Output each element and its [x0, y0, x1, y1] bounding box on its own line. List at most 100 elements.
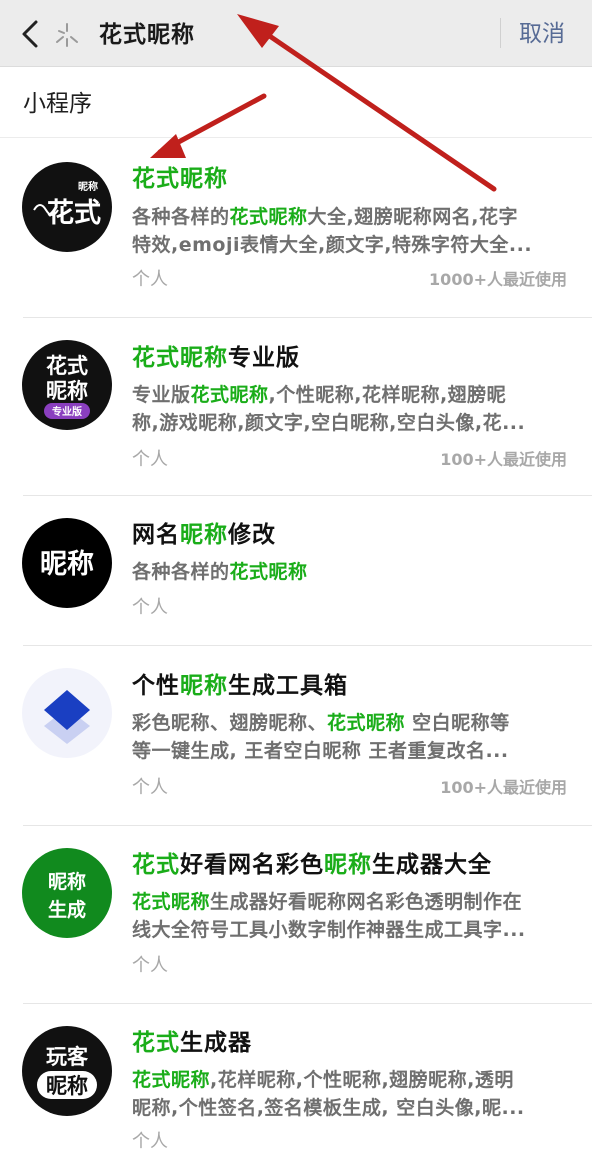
description-line: 特效,emoji表情大全,颜文字,特殊字符大全...	[132, 231, 568, 259]
svg-text:昵称: 昵称	[46, 379, 88, 403]
account-type: 个人	[132, 269, 168, 290]
text-segment: 等一键生成, 王者空白昵称 王者重复改名...	[132, 740, 509, 762]
sparkle-icon	[56, 23, 78, 47]
nicheng-shengcheng-logo-icon: 昵称生成	[22, 848, 112, 938]
highlight-text: 花式昵称	[327, 712, 406, 734]
highlight-text: 花式昵称	[132, 891, 211, 913]
highlight-text: 昵称	[180, 673, 228, 699]
svg-text:昵称: 昵称	[48, 870, 86, 893]
highlight-text: 花式昵称	[190, 384, 269, 406]
description-line: 线大全符号工具小数字制作神器生成工具字...	[132, 916, 568, 944]
text-segment: 线大全符号工具小数字制作神器生成工具字...	[132, 919, 526, 941]
nicheng-logo-icon: 昵称	[22, 518, 112, 608]
svg-text:昵称: 昵称	[46, 1074, 88, 1098]
text-segment: 空白昵称等	[405, 712, 510, 734]
text-segment: 修改	[228, 522, 276, 548]
result-description: 专业版花式昵称,个性昵称,花样昵称,翅膀昵称,游戏昵称,颜文字,空白昵称,空白头…	[132, 381, 568, 437]
svg-text:玩客: 玩客	[46, 1045, 89, 1069]
account-type: 个人	[132, 1131, 168, 1152]
search-divider	[500, 18, 501, 48]
highlight-text: 花式昵称	[229, 561, 308, 583]
text-segment: 大全,翅膀昵称网名,花字	[307, 206, 518, 228]
account-type: 个人	[132, 597, 168, 618]
result-item[interactable]: 昵称 网名昵称修改 各种各样的花式昵称 个人	[0, 496, 592, 646]
usage-count: 100+人最近使用	[440, 450, 567, 469]
description-line: 各种各样的花式昵称	[132, 558, 568, 586]
result-title: 个性昵称生成工具箱	[132, 670, 348, 702]
result-title: 网名昵称修改	[132, 519, 276, 551]
text-segment: 专业版	[132, 384, 191, 406]
result-icon: 花式 昵称	[22, 162, 112, 252]
text-segment: 生成器大全	[372, 852, 492, 878]
result-item[interactable]: 个性昵称生成工具箱彩色昵称、翅膀昵称、花式昵称 空白昵称等等一键生成, 王者空白…	[0, 646, 592, 826]
text-segment: 网名	[132, 522, 180, 548]
result-item[interactable]: 玩客 昵称 花式生成器 花式昵称,花样昵称,个性昵称,翅膀昵称,透明 昵称,个性签名,签…	[0, 1004, 592, 1174]
result-icon: 昵称	[22, 518, 112, 608]
svg-text:生成: 生成	[48, 898, 86, 921]
svg-text:花式: 花式	[46, 354, 88, 378]
description-line: 各种各样的花式昵称大全,翅膀昵称网名,花字	[132, 203, 568, 231]
huashi-pro-logo-icon: 花式昵称专业版	[22, 340, 112, 430]
text-segment: 好看网名彩色	[180, 852, 324, 878]
result-item[interactable]: 花式 昵称 花式昵称 各种各样的花式昵称大全,翅膀昵称网名,花字 特效,emoji表情大…	[0, 138, 592, 318]
huashi-logo-icon: 花式昵称	[22, 162, 112, 252]
text-segment: 各种各样的	[132, 206, 230, 228]
text-segment: 生成器好看昵称网名彩色透明制作在	[210, 891, 523, 913]
text-segment: 个性	[132, 673, 180, 699]
description-line: 彩色昵称、翅膀昵称、花式昵称 空白昵称等	[132, 709, 568, 737]
highlight-text: 花式昵称	[132, 345, 228, 371]
stacked-diamond-logo-icon	[22, 668, 112, 758]
search-bar: 花式昵称 取消	[0, 0, 592, 67]
description-line: 称,游戏昵称,颜文字,空白昵称,空白头像,花...	[132, 409, 568, 437]
account-type: 个人	[132, 777, 168, 798]
result-title: 花式昵称	[132, 163, 228, 195]
text-segment: 生成工具箱	[228, 673, 348, 699]
wanke-logo-icon: 玩客昵称	[22, 1026, 112, 1116]
result-item[interactable]: 昵称 生成 花式好看网名彩色昵称生成器大全 花式昵称生成器好看昵称网名彩色透明制作在线…	[0, 826, 592, 1004]
description-line: 昵称,个性签名,签名模板生成, 空白头像,昵...	[132, 1094, 568, 1122]
usage-count: 100+人最近使用	[440, 778, 567, 797]
cancel-button[interactable]: 取消	[519, 18, 565, 50]
usage-count: 1000+人最近使用	[429, 270, 567, 289]
result-icon: 玩客 昵称	[22, 1026, 112, 1116]
highlight-text: 花式昵称	[229, 206, 308, 228]
result-description: 各种各样的花式昵称大全,翅膀昵称网名,花字特效,emoji表情大全,颜文字,特殊…	[132, 203, 568, 259]
highlight-text: 昵称	[180, 522, 228, 548]
section-title: 小程序	[23, 91, 92, 117]
highlight-text: 花式	[132, 1030, 180, 1056]
text-segment: 昵称,个性签名,签名模板生成, 空白头像,昵...	[132, 1097, 525, 1119]
svg-text:专业版: 专业版	[52, 405, 82, 418]
text-segment: 彩色昵称、翅膀昵称、	[132, 712, 328, 734]
back-arrow-icon[interactable]	[16, 18, 46, 50]
highlight-text: 昵称	[324, 852, 372, 878]
highlight-text: 花式昵称	[132, 1069, 211, 1091]
result-description: 花式昵称生成器好看昵称网名彩色透明制作在线大全符号工具小数字制作神器生成工具字.…	[132, 888, 568, 944]
result-description: 各种各样的花式昵称	[132, 558, 568, 586]
result-icon: 花式 昵称 专业版	[22, 340, 112, 430]
highlight-text: 花式	[132, 852, 180, 878]
text-segment: 特效,emoji表情大全,颜文字,特殊字符大全...	[132, 234, 533, 256]
description-line: 专业版花式昵称,个性昵称,花样昵称,翅膀昵	[132, 381, 568, 409]
result-title: 花式生成器	[132, 1027, 252, 1059]
description-line: 花式昵称,花样昵称,个性昵称,翅膀昵称,透明	[132, 1066, 568, 1094]
svg-text:昵称: 昵称	[78, 180, 98, 193]
text-segment: 称,游戏昵称,颜文字,空白昵称,空白头像,花...	[132, 412, 526, 434]
search-input[interactable]: 花式昵称	[99, 19, 195, 51]
text-segment: ,花样昵称,个性昵称,翅膀昵称,透明	[210, 1069, 514, 1091]
text-segment: 专业版	[228, 345, 300, 371]
text-segment: ,个性昵称,花样昵称,翅膀昵	[268, 384, 507, 406]
result-icon	[22, 668, 112, 758]
highlight-text: 花式昵称	[132, 166, 228, 192]
result-icon: 昵称 生成	[22, 848, 112, 938]
account-type: 个人	[132, 955, 168, 976]
account-type: 个人	[132, 449, 168, 470]
result-item[interactable]: 花式 昵称 专业版 花式昵称专业版 专业版花式昵称,个性昵称,花样昵称,翅膀昵 称,游戏昵…	[0, 318, 592, 496]
text-segment: 生成器	[180, 1030, 252, 1056]
svg-text:昵称: 昵称	[40, 549, 94, 580]
result-title: 花式好看网名彩色昵称生成器大全	[132, 849, 492, 881]
result-title: 花式昵称专业版	[132, 342, 300, 374]
result-description: 花式昵称,花样昵称,个性昵称,翅膀昵称,透明昵称,个性签名,签名模板生成, 空白…	[132, 1066, 568, 1122]
description-line: 花式昵称生成器好看昵称网名彩色透明制作在	[132, 888, 568, 916]
description-line: 等一键生成, 王者空白昵称 王者重复改名...	[132, 737, 568, 765]
result-description: 彩色昵称、翅膀昵称、花式昵称 空白昵称等等一键生成, 王者空白昵称 王者重复改名…	[132, 709, 568, 765]
